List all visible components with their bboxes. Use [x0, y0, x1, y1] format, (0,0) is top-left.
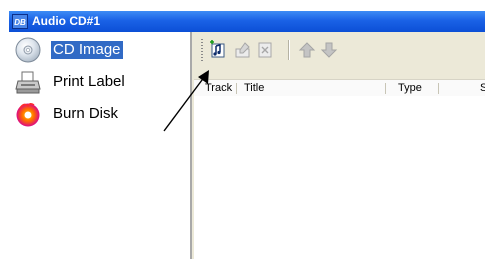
annotation-arrow [163, 70, 209, 132]
